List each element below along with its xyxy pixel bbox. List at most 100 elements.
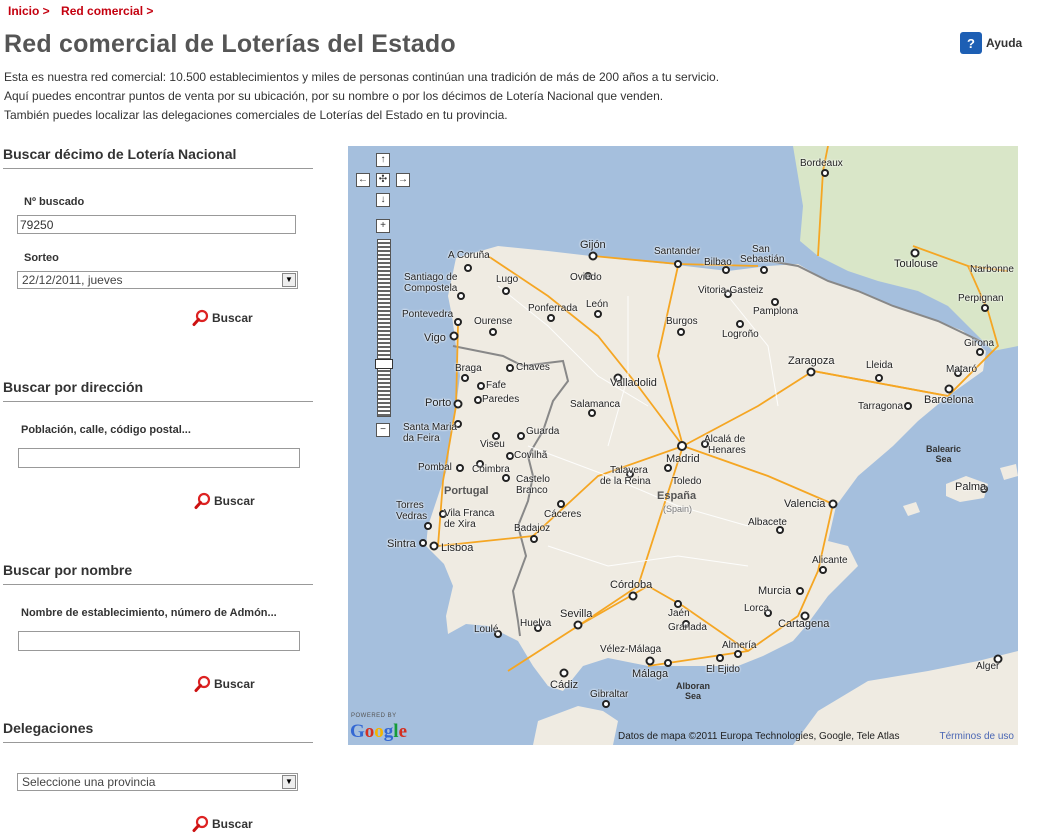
country-label: (Spain)	[663, 504, 693, 514]
city-label: Pombal	[418, 462, 452, 473]
search-icon	[194, 492, 211, 509]
city-label: Lorca	[744, 603, 770, 614]
city-label: Bilbao	[704, 257, 732, 268]
breadcrumb-inicio-link[interactable]: Inicio >	[8, 4, 50, 18]
city-label: Lugo	[496, 274, 519, 285]
city-label: Barcelona	[924, 394, 974, 406]
city-label: Alcalá de	[704, 434, 746, 445]
city-label: Paredes	[482, 394, 520, 405]
city-label: Mataró	[946, 364, 978, 375]
city-label: Coimbra	[472, 464, 510, 475]
country-label: España	[657, 490, 697, 502]
map-copyright: Datos de mapa ©2011 Europa Technologies,…	[618, 731, 900, 742]
province-select[interactable]: Seleccione una provincia ▼	[17, 773, 298, 791]
zoom-slider-handle[interactable]	[375, 359, 393, 369]
pan-center-button[interactable]: ✣	[376, 173, 390, 187]
page-title: Red comercial de Loterías del Estado	[4, 30, 456, 58]
city-label: Madrid	[666, 453, 700, 465]
city-label: Logroño	[722, 329, 759, 340]
city-label: Compostela	[404, 283, 458, 294]
draw-label: Sorteo	[24, 252, 59, 264]
number-input[interactable]	[17, 215, 296, 234]
search-name-button[interactable]: Buscar	[194, 675, 255, 693]
city-label: Toledo	[672, 476, 702, 487]
search-delegation-button[interactable]: Buscar	[192, 815, 253, 833]
city-label: Tarragona	[858, 401, 904, 412]
help-button[interactable]: ? Ayuda	[960, 32, 1022, 54]
sea-label: Alboran Sea	[676, 681, 711, 701]
city-label: Zaragoza	[788, 355, 835, 367]
city-label: Alger	[976, 661, 1000, 672]
city-label: Ourense	[474, 316, 513, 327]
name-input[interactable]	[18, 631, 300, 651]
zoom-in-button[interactable]: +	[376, 219, 390, 233]
city-label: Loulé	[474, 624, 499, 635]
zoom-slider[interactable]	[377, 239, 391, 417]
city-label: A Coruña	[448, 250, 490, 261]
city-label: Pamplona	[753, 306, 799, 317]
city-label: Jaén	[668, 608, 690, 619]
city-label: Murcia	[758, 585, 792, 597]
pan-up-button[interactable]: ↑	[376, 153, 390, 167]
search-icon	[192, 309, 209, 326]
city-label: Bordeaux	[800, 158, 843, 169]
help-label: Ayuda	[986, 36, 1023, 50]
city-label: Huelva	[520, 618, 552, 629]
city-label: Vitoria-Gasteiz	[698, 285, 764, 296]
intro-line-1: Esta es nuestra red comercial: 10.500 es…	[4, 70, 720, 84]
pan-down-button[interactable]: ↓	[376, 193, 390, 207]
pan-right-button[interactable]: →	[396, 173, 410, 187]
search-decimo-button[interactable]: Buscar	[192, 309, 253, 327]
map-view[interactable]: Bordeaux Gijón Santander Bilbao San Seba…	[348, 146, 1018, 745]
city-label: Guarda	[526, 426, 560, 437]
city-label: Alicante	[812, 555, 848, 566]
search-icon	[194, 675, 211, 692]
chevron-down-icon[interactable]: ▼	[282, 775, 296, 789]
search-address-label: Buscar	[214, 494, 255, 508]
section-heading-nombre: Buscar por nombre	[3, 562, 313, 585]
pan-left-button[interactable]: ←	[356, 173, 370, 187]
city-label: Valencia	[784, 498, 826, 510]
city-label: Castelo	[516, 474, 550, 485]
city-label: Henares	[708, 445, 746, 456]
address-label: Población, calle, código postal...	[21, 424, 191, 436]
city-label: de Xira	[444, 519, 476, 530]
city-label: Branco	[516, 485, 548, 496]
search-name-label: Buscar	[214, 677, 255, 691]
number-label: Nº buscado	[24, 196, 85, 208]
city-label: Gibraltar	[590, 689, 629, 700]
city-label: Viseu	[480, 439, 505, 450]
city-label: Vila Franca	[444, 508, 495, 519]
province-select-value: Seleccione una provincia	[22, 775, 156, 789]
city-label: Santiago de	[404, 272, 458, 283]
draw-select[interactable]: 22/12/2011, jueves ▼	[17, 271, 298, 289]
search-icon	[192, 815, 209, 832]
intro-text: Esta es nuestra red comercial: 10.500 es…	[4, 68, 719, 125]
city-label: Ponferrada	[528, 303, 578, 314]
intro-line-3: También puedes localizar las delegacione…	[4, 108, 508, 122]
chevron-down-icon[interactable]: ▼	[282, 273, 296, 287]
city-label: Girona	[964, 338, 995, 349]
google-logo[interactable]: Google	[350, 721, 407, 743]
city-label: Gijón	[580, 239, 606, 251]
city-label: de la Reina	[600, 476, 651, 487]
breadcrumb: Inicio > Red comercial >	[8, 4, 161, 18]
city-label: Fafe	[486, 380, 507, 391]
city-label: Badajoz	[514, 523, 551, 534]
city-label: Torres	[396, 500, 424, 511]
city-label: Braga	[455, 363, 482, 374]
zoom-out-button[interactable]: −	[376, 423, 390, 437]
search-address-button[interactable]: Buscar	[194, 492, 255, 510]
city-label: Santa Maria	[403, 422, 457, 433]
city-label: da Feira	[403, 433, 440, 444]
address-input[interactable]	[18, 448, 300, 468]
city-label: Cáceres	[544, 509, 582, 520]
city-label: Vedras	[396, 511, 428, 522]
city-label: Vélez-Málaga	[600, 644, 662, 655]
name-label: Nombre de establecimiento, número de Adm…	[21, 607, 277, 619]
country-label: Portugal	[444, 485, 489, 497]
map-canvas[interactable]	[348, 146, 1018, 745]
terms-link[interactable]: Términos de uso	[940, 731, 1014, 742]
question-icon: ?	[960, 32, 982, 54]
breadcrumb-red-comercial-link[interactable]: Red comercial >	[61, 4, 153, 18]
